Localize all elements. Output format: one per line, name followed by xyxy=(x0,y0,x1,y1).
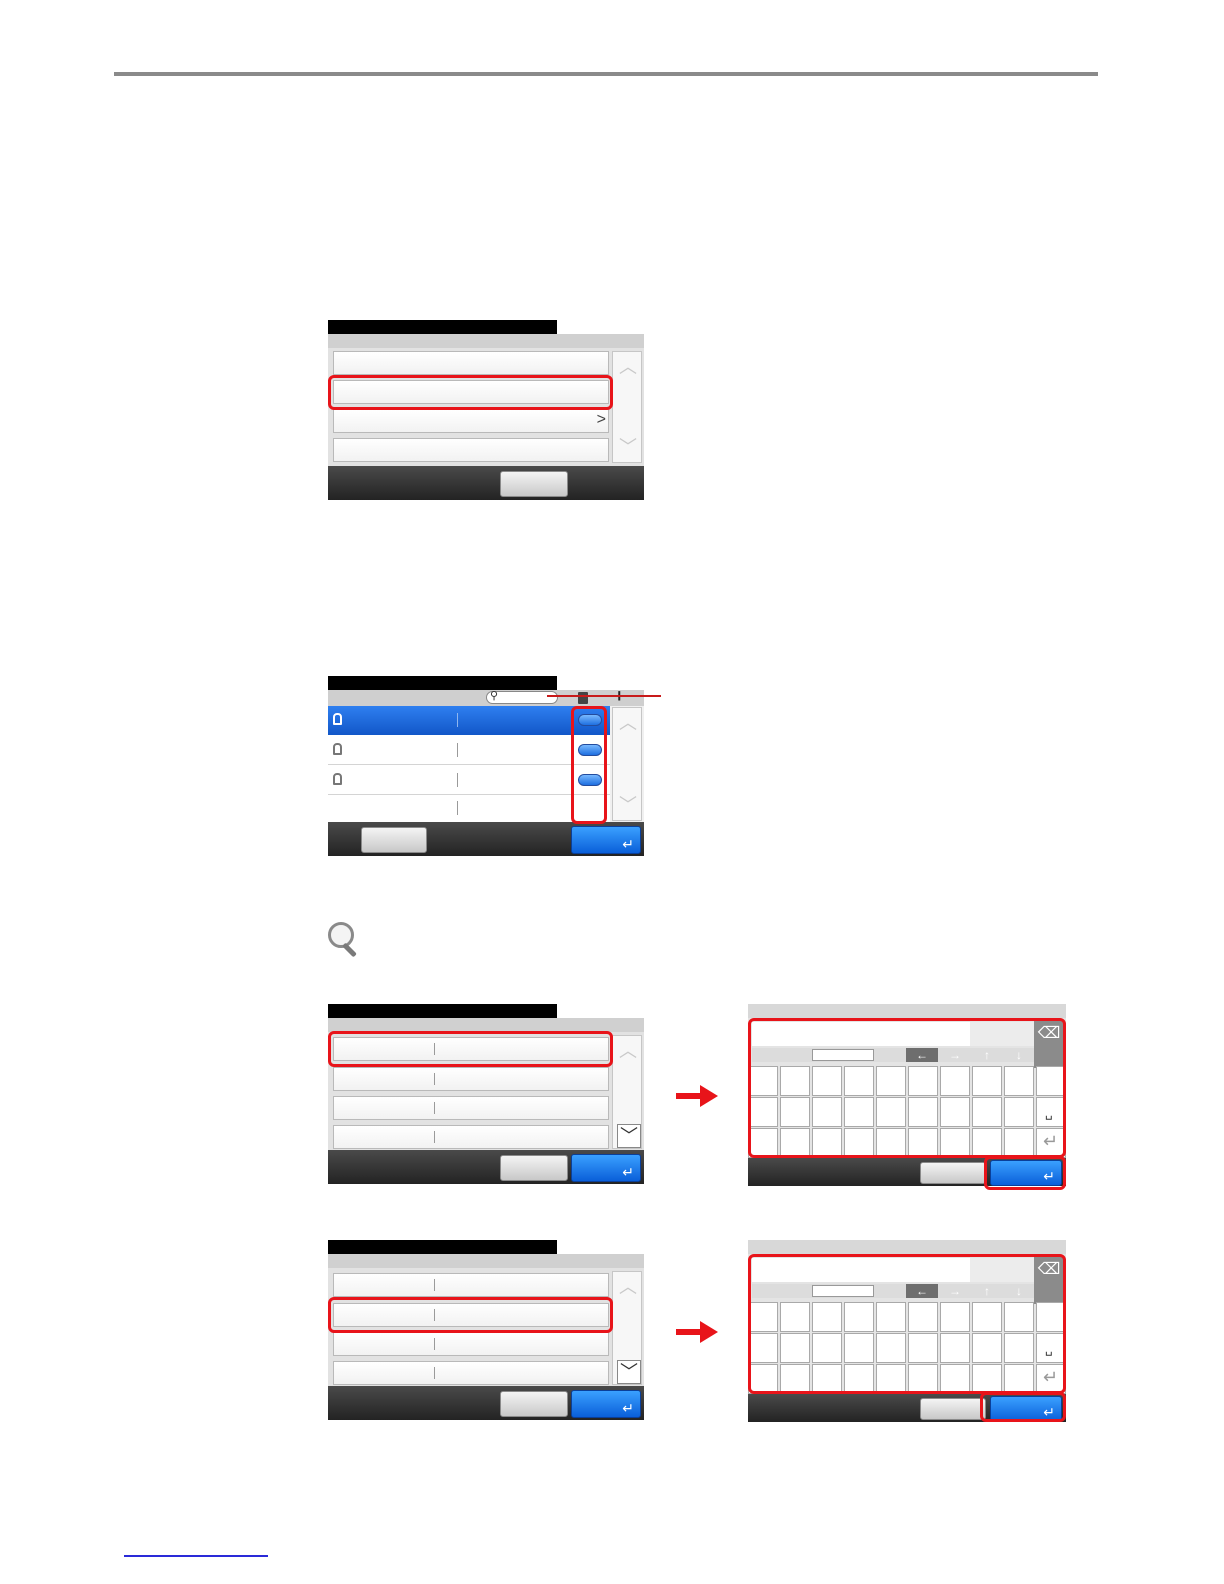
enter-icon: ↵ xyxy=(622,836,634,852)
list-row-selected[interactable] xyxy=(328,706,610,735)
screen-header-bar xyxy=(328,1254,644,1268)
screen-header-bar xyxy=(328,1018,644,1032)
ok-button[interactable]: ↵ xyxy=(571,826,641,854)
callout-line xyxy=(547,695,661,697)
screen-title-bar xyxy=(748,1004,1066,1018)
scroll-up-icon[interactable]: ︿ xyxy=(617,1276,639,1298)
list-row-2[interactable] xyxy=(328,735,610,765)
field-divider xyxy=(434,1279,435,1291)
field-row-4[interactable] xyxy=(333,1361,609,1385)
screen-title-bar xyxy=(328,320,557,334)
column-divider xyxy=(457,801,458,815)
screen-menu-list: > ︿ ﹀ xyxy=(328,320,644,500)
field-divider xyxy=(434,1073,435,1085)
highlight-keyboard xyxy=(748,1018,1066,1158)
column-divider xyxy=(457,773,458,787)
cancel-button[interactable] xyxy=(920,1162,986,1184)
field-row-1[interactable] xyxy=(333,1273,609,1297)
ok-button[interactable]: ↵ xyxy=(571,1154,641,1182)
search-icon: ⚲ xyxy=(490,690,499,702)
field-row-3[interactable] xyxy=(333,1332,609,1356)
user-icon xyxy=(333,743,342,755)
scroll-down-icon[interactable]: ﹀ xyxy=(617,1124,641,1148)
scroll-up-icon[interactable]: ︿ xyxy=(617,1040,639,1062)
screen-keyboard-1: ⌫ ← → ↑ ↓ ␣ ↵ ↵ xyxy=(748,1004,1066,1190)
enter-icon: ↵ xyxy=(622,1164,634,1180)
ok-button[interactable]: ↵ xyxy=(571,1390,641,1418)
scroll-bar[interactable]: ︿ ﹀ xyxy=(612,1035,642,1149)
menu-item-1[interactable] xyxy=(333,351,609,375)
highlight-keyboard xyxy=(748,1254,1066,1394)
header-rule xyxy=(114,72,1098,76)
scroll-down-icon[interactable]: ﹀ xyxy=(617,794,639,816)
scroll-bar[interactable]: ︿ ﹀ xyxy=(612,1271,642,1385)
flow-arrow xyxy=(676,1321,720,1343)
field-divider xyxy=(434,1102,435,1114)
field-divider xyxy=(434,1367,435,1379)
screen-keyboard-2: ⌫ ← → ↑ ↓ ␣ ↵ ↵ xyxy=(748,1240,1066,1422)
highlight-detail-column xyxy=(571,706,607,824)
highlight-field-row-1 xyxy=(328,1031,613,1067)
scroll-down-icon[interactable]: ﹀ xyxy=(617,436,639,458)
delete-icon[interactable] xyxy=(578,692,588,704)
highlight-field-row-2 xyxy=(328,1297,613,1333)
search-field[interactable]: ⚲ xyxy=(486,690,558,704)
bottom-bar xyxy=(328,466,644,500)
magnifier-icon xyxy=(326,920,362,960)
field-row-3[interactable] xyxy=(333,1096,609,1120)
field-row-4[interactable] xyxy=(333,1125,609,1149)
scroll-bar[interactable]: ︿ ﹀ xyxy=(612,707,642,821)
flow-arrow xyxy=(676,1085,720,1107)
field-divider xyxy=(434,1338,435,1350)
list-row-4[interactable] xyxy=(328,795,610,823)
user-icon xyxy=(333,773,342,785)
screen-title-bar xyxy=(328,1004,557,1018)
highlight-ok-button xyxy=(984,1156,1066,1190)
scroll-down-icon[interactable]: ﹀ xyxy=(617,1360,641,1384)
list-row-3[interactable] xyxy=(328,765,610,795)
user-icon xyxy=(333,713,342,725)
menu-item-4[interactable] xyxy=(333,438,609,462)
column-divider xyxy=(457,743,458,757)
footer-link-underline[interactable] xyxy=(124,1555,268,1557)
cancel-button[interactable] xyxy=(500,1155,568,1181)
screen-title-bar xyxy=(748,1240,1066,1254)
scroll-bar[interactable]: ︿ ﹀ xyxy=(612,351,642,463)
scroll-up-icon[interactable]: ︿ xyxy=(617,356,639,378)
chevron-right-icon: > xyxy=(596,411,606,428)
menu-item-3[interactable]: > xyxy=(333,409,609,433)
close-button[interactable] xyxy=(500,471,568,497)
screen-edit-list-2: ︿ ﹀ ↵ xyxy=(328,1240,644,1420)
field-row-2[interactable] xyxy=(333,1067,609,1091)
highlight-menu-item-2 xyxy=(328,375,613,410)
cancel-button[interactable] xyxy=(920,1398,986,1420)
highlight-ok-button xyxy=(980,1392,1066,1422)
screen-header-bar xyxy=(328,334,644,348)
screen-address-list: ⚲ + ︿ ﹀ ↵ xyxy=(328,676,661,856)
screen-edit-list-1: ︿ ﹀ ↵ xyxy=(328,1004,644,1184)
screen-title-bar xyxy=(328,676,557,690)
cancel-button[interactable] xyxy=(361,827,427,853)
enter-icon: ↵ xyxy=(622,1400,634,1416)
scroll-up-icon[interactable]: ︿ xyxy=(617,712,639,734)
field-divider xyxy=(434,1131,435,1143)
screen-title-bar xyxy=(328,1240,557,1254)
column-divider xyxy=(457,713,458,727)
cancel-button[interactable] xyxy=(500,1391,568,1417)
